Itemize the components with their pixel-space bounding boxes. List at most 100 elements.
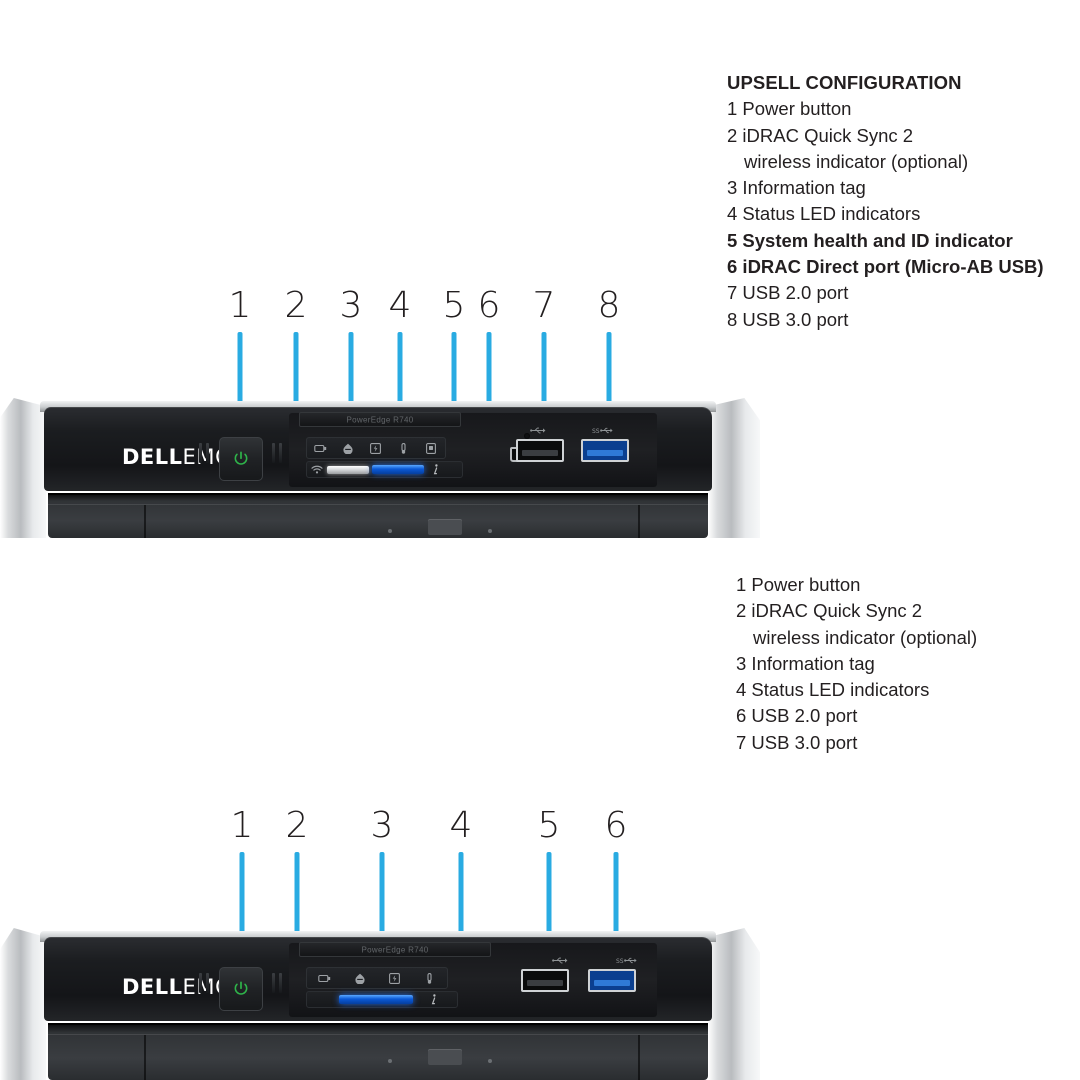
information-tag-text: PowerEdge R740: [346, 415, 414, 424]
callout-number-8: 8: [597, 285, 621, 326]
dell-wordmark: DELL: [122, 445, 183, 469]
vent-slots-left: [199, 443, 209, 463]
usb-superspeed-icon: SS: [592, 427, 613, 435]
legend-item: 6 iDRAC Direct port (Micro-AB USB): [727, 256, 1044, 278]
system-health-indicator-row: [306, 461, 463, 478]
usb-2-label: [530, 427, 546, 436]
callout-number-3: 3: [339, 285, 363, 326]
dell-emc-logo: DELLEMC: [122, 975, 230, 999]
legend-basic-configuration: 1 Power button 2 iDRAC Quick Sync 2 wire…: [736, 572, 977, 756]
legend-upsell-title: UPSELL CONFIGURATION: [727, 72, 962, 93]
electrical-status-icon: [362, 438, 390, 458]
system-health-id-led-bar: [372, 465, 424, 474]
electrical-status-icon: [377, 968, 412, 988]
legend-item: 7 USB 3.0 port: [736, 731, 858, 753]
drive-status-icon: [307, 968, 342, 988]
usb-2-label: [552, 957, 568, 966]
drive-bay-latch[interactable]: [428, 1049, 462, 1065]
information-icon: [413, 994, 453, 1005]
drive-bay-indicator: [488, 529, 492, 533]
usb-2-0-port[interactable]: [516, 439, 564, 462]
server-front-panel-upsell: DELLEMC PowerEdge R740: [0, 398, 760, 538]
memory-status-icon: [390, 438, 418, 458]
callout-number-7: 7: [532, 285, 556, 326]
usb-3-label: SS: [616, 957, 638, 966]
temperature-status-icon: [342, 968, 377, 988]
drive-bay-latch[interactable]: [428, 519, 462, 535]
status-led-indicators: [306, 967, 448, 989]
callout-number-5: 5: [442, 285, 466, 326]
legend-item-continuation: wireless indicator (optional): [753, 626, 978, 648]
system-health-id-led-bar: [339, 995, 413, 1004]
legend-item: 5 System health and ID indicator: [727, 229, 1013, 251]
legend-item-continuation: wireless indicator (optional): [744, 150, 969, 172]
server-front-panel-basic: DELLEMC PowerEdge R740: [0, 928, 760, 1080]
vent-slots-right: [272, 443, 282, 463]
power-icon: [234, 451, 248, 465]
legend-item: 1 Power button: [727, 98, 852, 120]
legend-item: 4 Status LED indicators: [727, 203, 921, 225]
callout-number-2: 2: [285, 805, 309, 846]
callout-number-3: 3: [370, 805, 394, 846]
drive-bay-row: [48, 1023, 708, 1080]
status-led-indicators: [306, 437, 446, 459]
rack-ear-right: [708, 928, 760, 1080]
drive-bay-indicator: [488, 1059, 492, 1063]
callout-number-1: 1: [230, 805, 254, 846]
legend-item: 6 USB 2.0 port: [736, 705, 858, 727]
dell-emc-logo: DELLEMC: [122, 445, 230, 469]
information-tag-text: PowerEdge R740: [361, 945, 429, 954]
usb-3-label: SS: [592, 427, 614, 436]
power-button[interactable]: [219, 437, 263, 481]
callout-number-1: 1: [228, 285, 252, 326]
legend-item: 7 USB 2.0 port: [727, 282, 849, 304]
legend-item: 3 Information tag: [727, 177, 866, 199]
legend-item: 1 Power button: [736, 574, 861, 595]
callout-number-4: 4: [388, 285, 412, 326]
rack-ear-left: [0, 928, 46, 1080]
information-icon: [424, 464, 446, 475]
system-health-indicator-row: [306, 991, 458, 1008]
front-bezel: DELLEMC PowerEdge R740: [44, 407, 712, 491]
drive-bay-row: [48, 493, 708, 538]
legend-item: 8 USB 3.0 port: [727, 308, 849, 330]
legend-item: 4 Status LED indicators: [736, 679, 930, 701]
rack-ear-left: [0, 398, 46, 538]
usb-2-0-port[interactable]: [521, 969, 569, 992]
callout-number-6: 6: [604, 805, 628, 846]
vent-slots-left: [199, 973, 209, 993]
drive-status-icon: [307, 438, 335, 458]
temperature-status-icon: [335, 438, 363, 458]
power-icon: [234, 981, 248, 995]
power-button[interactable]: [219, 967, 263, 1011]
callout-number-5: 5: [537, 805, 561, 846]
bay-divider: [638, 505, 640, 538]
usb-trident-icon: [552, 957, 568, 964]
callout-number-4: 4: [449, 805, 473, 846]
dell-wordmark: DELL: [122, 975, 183, 999]
callout-number-2: 2: [284, 285, 308, 326]
usb-3-0-port[interactable]: [588, 969, 636, 992]
status-led-bar-white: [327, 465, 369, 474]
memory-status-icon: [412, 968, 447, 988]
legend-item: 2 iDRAC Quick Sync 2: [727, 124, 914, 146]
drive-bay-indicator: [388, 1059, 392, 1063]
idrac-quick-sync-wireless-icon: [307, 465, 327, 474]
front-bezel: DELLEMC PowerEdge R740: [44, 937, 712, 1021]
svg-text:SS: SS: [616, 958, 624, 964]
information-tag[interactable]: PowerEdge R740: [299, 412, 461, 427]
bay-divider: [144, 505, 146, 538]
svg-text:SS: SS: [592, 428, 600, 434]
information-tag[interactable]: PowerEdge R740: [299, 942, 491, 957]
usb-3-0-port[interactable]: [581, 439, 629, 462]
usb-trident-icon: [530, 427, 546, 434]
bay-divider: [638, 1035, 640, 1080]
vent-slots-right: [272, 973, 282, 993]
legend-item: 3 Information tag: [736, 652, 875, 674]
legend-upsell-configuration: UPSELL CONFIGURATION 1 Power button 2 iD…: [727, 70, 1044, 333]
usb-superspeed-icon: SS: [616, 957, 637, 965]
bay-divider: [144, 1035, 146, 1080]
pcie-status-icon: [417, 438, 445, 458]
callout-number-6: 6: [477, 285, 501, 326]
legend-item: 2 iDRAC Quick Sync 2: [736, 600, 923, 622]
